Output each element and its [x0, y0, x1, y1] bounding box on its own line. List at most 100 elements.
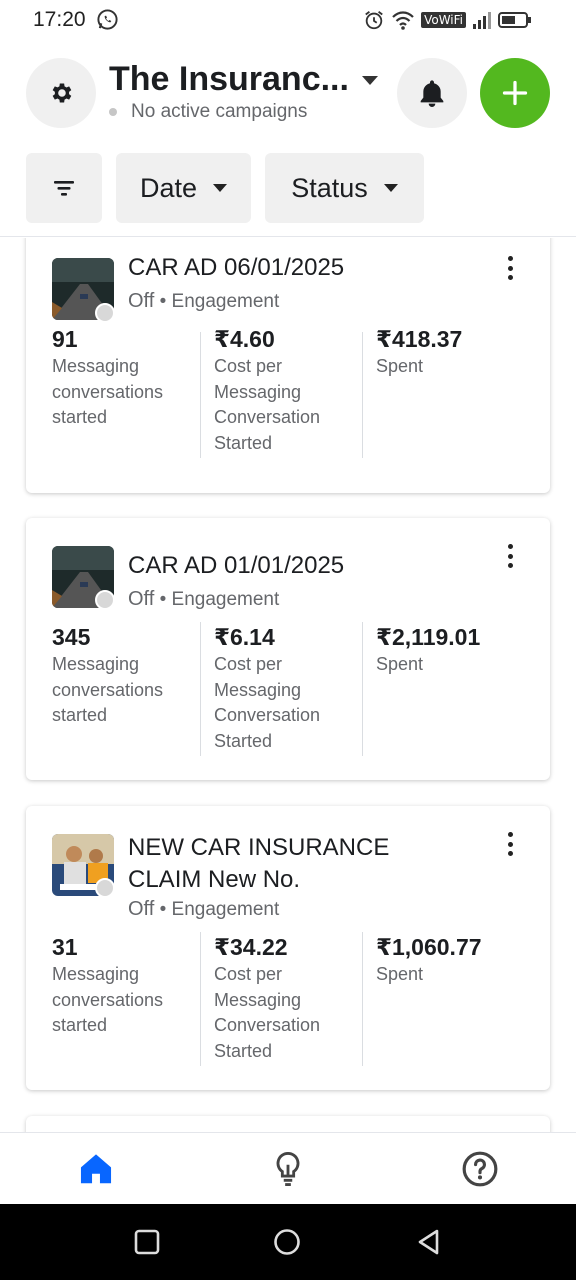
filter-icon [54, 181, 74, 196]
campaign-status-text: No active campaigns [131, 101, 308, 122]
metric-label: Spent [376, 964, 424, 984]
nav-help[interactable] [458, 1147, 502, 1191]
meta-separator: • [159, 899, 172, 920]
status-filter-button[interactable]: Status [265, 153, 424, 223]
notifications-button[interactable] [397, 58, 467, 128]
campaign-objective: Engagement [171, 899, 280, 920]
campaign-card[interactable]: CAR AD 06/01/2025 Off • Engagement 91 Me… [26, 238, 550, 493]
campaign-state: Off [128, 898, 155, 920]
whatsapp-icon [97, 9, 118, 30]
metric-label: Messaging conversations started [52, 356, 164, 427]
divider [362, 622, 363, 756]
metric-label: Spent [376, 356, 424, 376]
metric-value: 31 [52, 934, 78, 960]
chevron-down-icon [213, 184, 228, 192]
more-icon-dot [507, 563, 513, 568]
more-icon [507, 256, 513, 261]
metric-results: 31 Messaging conversations started [52, 932, 202, 1039]
divider [200, 622, 201, 756]
metric-results: 91 Messaging conversations started [52, 324, 202, 431]
status-time: 17:20 [33, 8, 86, 31]
status-bar: 17:20 VoWiFi [0, 0, 576, 40]
campaign-card[interactable]: CAR AD 01/01/2025 Off • Engagement 345 M… [26, 518, 550, 780]
campaign-objective: Engagement [171, 291, 280, 312]
bell-icon [420, 80, 444, 107]
campaign-state: Off [128, 588, 155, 610]
home-circle-icon[interactable] [273, 1228, 301, 1256]
status-indicator [95, 590, 115, 610]
metric-value: 345 [52, 624, 91, 650]
recents-square-icon[interactable] [133, 1228, 161, 1256]
create-button[interactable] [480, 58, 550, 128]
date-filter-button[interactable]: Date [116, 153, 251, 223]
app-header: The Insuranc... No active campaigns [0, 40, 576, 150]
metric-results: 345 Messaging conversations started [52, 622, 202, 729]
account-dropdown-caret-icon[interactable] [362, 76, 378, 85]
campaign-objective: Engagement [171, 589, 280, 610]
metric-spent: ₹418.37 Spent [376, 324, 526, 380]
account-name[interactable]: The Insuranc... [109, 60, 349, 99]
campaign-name[interactable]: NEW CAR INSURANCE CLAIM New No. [128, 832, 468, 896]
metric-label: Messaging conversations started [52, 964, 164, 1035]
nav-insights[interactable] [266, 1147, 310, 1191]
divider [200, 332, 201, 458]
metric-value: ₹34.22 [214, 934, 288, 960]
chevron-down-icon [383, 184, 398, 192]
divider [362, 932, 363, 1066]
metric-cost: ₹34.22 Cost per Messaging Conversation S… [214, 932, 344, 1064]
status-indicator [95, 303, 115, 323]
system-navigation-bar [0, 1204, 576, 1280]
campaign-meta: Off • Engagement [128, 290, 279, 313]
filter-bar: Date Status [0, 153, 576, 237]
campaign-card[interactable]: NEW CAR INSURANCE CLAIM New No. Off • En… [26, 806, 550, 1090]
metric-cost: ₹4.60 Cost per Messaging Conversation St… [214, 324, 344, 456]
divider [362, 332, 363, 458]
alarm-icon [365, 11, 383, 30]
metric-value: ₹4.60 [214, 326, 275, 352]
metric-label: Cost per Messaging Conversation Started [214, 654, 321, 751]
more-icon-dot [507, 275, 513, 280]
divider [200, 932, 201, 1066]
campaign-status: No active campaigns [109, 101, 307, 123]
lightbulb-icon [276, 1151, 300, 1186]
gear-icon [52, 83, 72, 103]
metric-value: ₹2,119.01 [376, 624, 481, 650]
campaign-name[interactable]: CAR AD 01/01/2025 [128, 550, 468, 582]
campaign-meta: Off • Engagement [128, 898, 279, 921]
more-icon-dot [507, 841, 513, 847]
meta-separator: • [159, 589, 172, 610]
campaign-name[interactable]: CAR AD 06/01/2025 [128, 252, 468, 284]
more-options-button[interactable] [506, 256, 514, 280]
more-options-button[interactable] [506, 832, 514, 856]
campaign-list[interactable]: CAR AD 06/01/2025 Off • Engagement 91 Me… [0, 238, 576, 1132]
metric-label: Cost per Messaging Conversation Started [214, 964, 321, 1061]
meta-separator: • [159, 291, 172, 312]
metric-value: 91 [52, 326, 78, 352]
metric-label: Spent [376, 654, 424, 674]
metric-value: ₹6.14 [214, 624, 275, 650]
metric-label: Cost per Messaging Conversation Started [214, 356, 321, 453]
settings-button[interactable] [26, 58, 96, 128]
more-icon-dot [507, 851, 513, 856]
status-indicator [95, 878, 115, 898]
bottom-navigation [0, 1132, 576, 1204]
more-options-button[interactable] [506, 544, 514, 568]
metric-spent: ₹2,119.01 Spent [376, 622, 526, 678]
back-triangle-icon[interactable] [415, 1228, 443, 1256]
signal-icon [473, 12, 491, 29]
more-icon [507, 832, 513, 837]
metric-cost: ₹6.14 Cost per Messaging Conversation St… [214, 622, 344, 754]
inactive-dot-icon [109, 108, 117, 116]
metric-label: Messaging conversations started [52, 654, 164, 725]
vowifi-badge: VoWiFi [421, 12, 466, 28]
campaign-meta: Off • Engagement [128, 588, 279, 611]
more-icon-dot [507, 553, 513, 559]
help-icon [462, 1151, 498, 1187]
status-icons: VoWiFi [363, 8, 532, 32]
filter-button[interactable] [26, 153, 102, 223]
nav-home[interactable] [74, 1147, 118, 1191]
campaign-card[interactable] [26, 1116, 550, 1132]
wifi-icon [392, 11, 414, 30]
date-filter-label: Date [139, 172, 198, 203]
metric-value: ₹1,060.77 [376, 934, 482, 960]
